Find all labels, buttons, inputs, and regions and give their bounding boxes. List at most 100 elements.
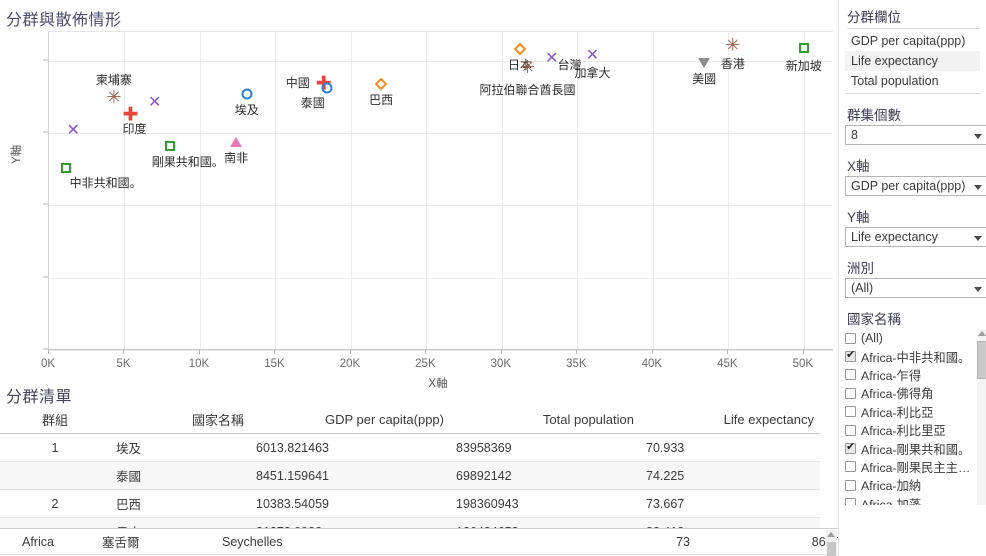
scatter-point-label: 阿拉伯聯合酋長國 <box>479 83 576 98</box>
y-gridline <box>49 133 833 135</box>
table-column-header[interactable]: 國家名稱 <box>110 408 250 434</box>
table-column-header[interactable]: Life expectancy <box>640 408 820 434</box>
scatter-point-label: 巴西 <box>369 92 394 107</box>
y-tick-mark <box>43 203 48 205</box>
country-filter-row[interactable]: Africa-利比里亞 <box>845 421 986 439</box>
table-row[interactable]: 泰國 8451.159641 69892142 74.225 <box>0 461 820 490</box>
x-gridline <box>728 32 730 349</box>
country-filter-list[interactable]: (All) Africa-中非共和國。 Africa-乍得 Africa-佛得角 Afr… <box>845 329 986 505</box>
table-header-row: 群組 國家名稱 GDP per capita(ppp) Total populatio… <box>0 408 820 434</box>
checkbox-icon[interactable] <box>845 498 856 505</box>
checkbox-icon[interactable] <box>845 461 856 473</box>
country-filter-label: Africa-剛果共和國。 <box>861 442 971 457</box>
cluster-field-item[interactable]: Total population <box>845 71 980 91</box>
country-filter-row[interactable]: Africa-中非共和國。 <box>845 347 986 365</box>
table-column-header[interactable]: GDP per capita(ppp) <box>250 408 450 434</box>
x-gridline <box>803 32 805 349</box>
checkbox-checked-icon[interactable] <box>845 349 856 363</box>
x-tick-label: 30K <box>490 358 512 370</box>
table-column-header[interactable]: Total population <box>450 408 640 434</box>
cluster-list-title: 分群清單 <box>6 389 73 406</box>
scatter-point-label: 印度 <box>122 122 147 137</box>
country-list-scrollbar[interactable] <box>977 329 986 505</box>
country-filter-row[interactable]: Africa-加蓬 <box>845 495 986 505</box>
chevron-down-icon <box>974 236 982 241</box>
country-filter-label: 國家名稱 <box>847 312 901 327</box>
right-sidebar: 分群欄位 GDP per capita(ppp) Life expectancy T… <box>838 0 986 556</box>
scatter-point-marker[interactable]: ✕ <box>66 122 79 138</box>
checkbox-icon[interactable] <box>845 406 856 418</box>
table-cell: 巴西 <box>110 489 250 518</box>
scatter-point-marker[interactable] <box>241 88 253 100</box>
x-tick-mark <box>651 349 653 354</box>
continent-dropdown[interactable]: (All) <box>845 278 986 298</box>
y-gridline <box>49 205 833 207</box>
x-tick-label: 15K <box>264 358 285 370</box>
scatter-point-marker[interactable]: ✕ <box>545 50 558 66</box>
table-cell: 198360943 <box>450 489 640 518</box>
table-row[interactable]: Africa 塞舌爾 Seychelles 73 86,879 <box>0 529 838 555</box>
checkbox-icon[interactable] <box>845 424 856 436</box>
country-filter-row[interactable]: Africa-剛果民主主… <box>845 458 986 476</box>
scatter-point-marker[interactable]: ✳ <box>106 88 121 107</box>
country-filter-row[interactable]: Africa-剛果共和國。 <box>845 439 986 457</box>
y-axis-value: Life expectancy <box>851 230 938 244</box>
x-tick-label: 25K <box>415 358 436 370</box>
country-filter-row[interactable]: Africa-佛得角 <box>845 384 986 402</box>
checkbox-icon[interactable] <box>845 479 856 491</box>
table-cell: 83958369 <box>450 433 640 462</box>
cluster-field-list[interactable]: GDP per capita(ppp) Life expectancy Total … <box>845 31 980 94</box>
table-column-header[interactable]: 群組 <box>0 408 110 434</box>
country-filter-label: Africa-利比亞 <box>861 405 934 420</box>
x-gridline <box>124 32 126 349</box>
country-filter-row[interactable]: (All) <box>845 329 986 347</box>
y-axis-dropdown[interactable]: Life expectancy <box>845 227 986 247</box>
cell-continent: Africa <box>0 529 96 555</box>
cluster-count-value: 8 <box>851 128 858 142</box>
scatter-point-marker[interactable] <box>230 137 243 148</box>
scatter-point-marker[interactable] <box>513 42 527 55</box>
application-window: 分群與散佈情形 Y軸 ✳ 柬埔寨 ✕ ✚ 印度 ✕ 剛果共和國。 中非共和國。 埃及 ✚ 中國 泰國巴… <box>0 0 986 556</box>
checkbox-icon[interactable] <box>845 332 856 344</box>
scatter-point-marker[interactable]: ✚ <box>316 74 332 94</box>
x-gridline <box>652 32 654 349</box>
table-row[interactable]: 2 巴西 10383.54059 198360943 73.667 <box>0 489 820 518</box>
checkbox-icon[interactable] <box>845 369 856 381</box>
country-filter-row[interactable]: Africa-乍得 <box>845 366 986 384</box>
cluster-field-item[interactable]: Life expectancy <box>845 51 980 71</box>
x-axis-dropdown[interactable]: GDP per capita(ppp) <box>845 176 986 196</box>
table-row[interactable]: 1 埃及 6013.821463 83958369 70.933 <box>0 433 820 462</box>
scatter-point-marker[interactable]: ✕ <box>148 94 161 110</box>
country-list-scrollbar-thumb[interactable] <box>977 341 986 379</box>
y-tick-mark <box>43 131 48 133</box>
cell-value-2: 86,879 <box>696 529 838 555</box>
checkbox-icon[interactable] <box>845 387 856 399</box>
secondary-grid-scrollbar[interactable] <box>826 530 837 556</box>
table-cell: 74.225 <box>640 461 820 490</box>
table-cell <box>0 461 110 490</box>
scatter-point-label: 中國 <box>285 76 310 91</box>
secondary-grid-scrollbar-thumb[interactable] <box>827 542 836 556</box>
table-cell: 2 <box>0 489 110 518</box>
table-cell: 10383.54059 <box>250 489 450 518</box>
country-filter-row[interactable]: Africa-利比亞 <box>845 403 986 421</box>
cluster-count-dropdown[interactable]: 8 <box>845 125 986 145</box>
cluster-field-item[interactable]: GDP per capita(ppp) <box>845 31 980 51</box>
scatter-point-marker[interactable] <box>321 82 333 94</box>
scroll-up-arrow-icon[interactable] <box>827 532 835 537</box>
scatter-point-label: 加拿大 <box>574 66 611 81</box>
secondary-grid-strip[interactable]: Africa 塞舌爾 Seychelles 73 86,879 <box>0 528 838 556</box>
x-tick-mark <box>425 349 427 354</box>
x-tick-label: 40K <box>641 358 663 370</box>
scatter-point-marker[interactable] <box>164 140 175 151</box>
x-tick-label: 50K <box>792 358 814 370</box>
country-filter-row[interactable]: Africa-加納 <box>845 476 986 494</box>
table-cell: 1 <box>0 433 110 462</box>
scatter-point-marker[interactable] <box>374 77 388 91</box>
scroll-up-arrow-icon[interactable] <box>978 331 986 336</box>
scatter-plot[interactable]: Y軸 ✳ 柬埔寨 ✕ ✚ 印度 ✕ 剛果共和國。 中非共和國。 埃及 ✚ 中國 泰國 巴西 南非 日本 ✕ 台灣… <box>0 26 838 390</box>
plot-area[interactable]: ✳ 柬埔寨 ✕ ✚ 印度 ✕ 剛果共和國。 中非共和國。 埃及 ✚ 中國 泰國 巴西 南非 日本 ✕ 台灣 ✳ 阿拉… <box>48 31 833 351</box>
scatter-point-marker[interactable] <box>60 162 71 173</box>
y-axis-title: Y軸 <box>11 144 23 164</box>
checkbox-checked-icon[interactable] <box>845 441 856 455</box>
